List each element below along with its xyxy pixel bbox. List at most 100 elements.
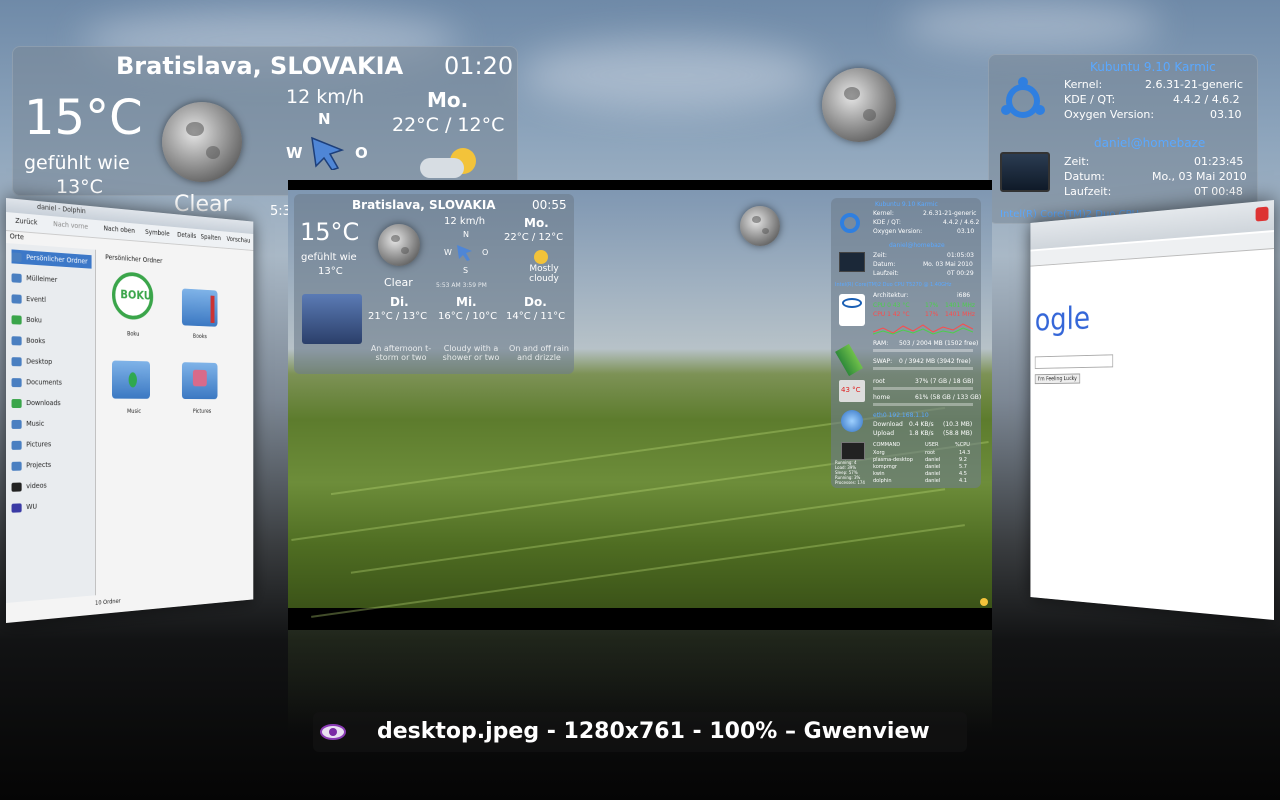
mini-condition: Clear	[384, 276, 413, 289]
kde-label: KDE / QT:	[1064, 93, 1116, 106]
gwenview-preview[interactable]: Bratislava, SLOVAKIA 00:55 15°C gefühlt …	[288, 180, 992, 630]
breadcrumb[interactable]: Persönlicher Ordner	[105, 253, 162, 265]
file-pictures[interactable]: Pictures	[193, 408, 211, 414]
sidebar-item-documents[interactable]: Documents	[11, 375, 62, 389]
file-music[interactable]: Music	[127, 408, 141, 415]
dolphin-window[interactable]: daniel - Dolphin Zurück Nach vorne Nach …	[6, 198, 254, 623]
cloud-icon	[420, 158, 464, 178]
mini-ram-label: RAM:	[873, 340, 889, 347]
file-boku[interactable]: Boku	[127, 331, 139, 338]
mini-wind-s: S	[463, 266, 469, 275]
proc-row-user: root	[925, 450, 936, 456]
wind-dir-n: N	[318, 110, 331, 128]
back-button[interactable]: Zurück	[15, 217, 37, 227]
sidebar-item-desktop[interactable]: Desktop	[11, 354, 53, 369]
mini-fc-desc-2: An afternoon t-storm or two	[370, 344, 432, 362]
proc-row-cpu: 14.3	[959, 450, 971, 456]
proc-stat: Processes: 174	[835, 480, 865, 485]
mini-fc-day-4: Do.	[524, 295, 547, 309]
mini-wind-speed: 12 km/h	[444, 216, 486, 227]
proc-col-cpu: %CPU	[955, 442, 970, 448]
proc-row-cpu: 4.1	[959, 478, 967, 484]
proc-row-command: kwin	[873, 471, 885, 477]
oxygen-label: Oxygen Version:	[1064, 108, 1155, 121]
window-caption-bar: desktop.jpeg - 1280x761 - 100% – Gwenvie…	[313, 712, 967, 752]
proc-row-user: daniel	[925, 464, 941, 470]
weather-feels-value: 13°C	[56, 176, 103, 198]
preview-button[interactable]: Vorschau	[227, 235, 251, 244]
mini-wind-w: W	[444, 248, 452, 257]
mini-home-label: home	[873, 394, 891, 401]
places-sidebar: Persönlicher Ordner Mülleimer Eventl Bok…	[6, 243, 96, 603]
mini-zeit-label: Zeit:	[873, 252, 887, 259]
monitor-icon	[841, 442, 865, 460]
sysinfo-widget[interactable]: Kubuntu 9.10 Karmic Kernel: 2.6.31-21-ge…	[988, 54, 1258, 224]
swap-bar	[873, 367, 973, 370]
weather-widget[interactable]: Bratislava, SLOVAKIA 01:20 15°C gefühlt …	[12, 46, 518, 219]
file-books[interactable]: Books	[193, 333, 207, 340]
lucky-button[interactable]: I'm Feeling Lucky	[1034, 373, 1080, 385]
proc-row-cpu: 9.2	[959, 457, 967, 463]
sidebar-item-home[interactable]: Persönlicher Ordner	[11, 249, 92, 269]
mini-cpu-head: Intel(R) Core(TM)2 Duo CPU T5270 @ 1.40G…	[835, 282, 952, 288]
mini-arch-label: Architektur:	[873, 292, 909, 299]
columns-button[interactable]: Spalten	[201, 233, 221, 242]
weather-condition: Clear	[174, 192, 232, 217]
mini-download-rate: 0.4 KB/s	[909, 421, 934, 428]
folder-music-icon[interactable]	[111, 360, 150, 399]
sidebar-item-pictures[interactable]: Pictures	[11, 437, 52, 451]
sidebar-item-videos[interactable]: videos	[11, 479, 47, 494]
mini-fc-temp-1: 22°C / 12°C	[504, 232, 564, 243]
mini-oxygen-value: 03.10	[957, 228, 975, 235]
moon-icon	[162, 102, 242, 182]
google-search-input[interactable]	[1034, 354, 1114, 369]
sky-cloud	[520, 40, 820, 110]
sidebar-item-eventl[interactable]: Eventl	[11, 291, 47, 307]
mini-kernel-value: 2.6.31-21-generic	[923, 210, 977, 217]
mini-laufzeit-label: Laufzeit:	[873, 270, 899, 277]
wind-dir-o: O	[355, 144, 368, 162]
sidebar-item-boku[interactable]: Boku	[11, 312, 42, 327]
mini-weather-widget[interactable]: Bratislava, SLOVAKIA 00:55 15°C gefühlt …	[294, 194, 574, 374]
mini-laufzeit-value: 0T 00:29	[947, 270, 974, 277]
sidebar-item-music[interactable]: Music	[11, 417, 45, 431]
mini-kernel-label: Kernel:	[873, 210, 894, 217]
mini-swap-value: 0 / 3942 MB (3942 free)	[899, 358, 971, 365]
mini-fc-desc-1: Mostly cloudy	[529, 264, 559, 284]
sidebar-item-downloads[interactable]: Downloads	[11, 396, 61, 410]
kde-value: 4.4.2 / 4.6.2	[1173, 93, 1240, 106]
mini-sysmon-widget[interactable]: Kubuntu 9.10 Karmic Kernel: 2.6.31-21-ge…	[831, 198, 981, 488]
sidebar-item-projects[interactable]: Projects	[11, 458, 52, 473]
sidebar-item-wu[interactable]: WU	[11, 500, 38, 515]
mini-cpu0-freq: 1401 MHz	[945, 302, 976, 309]
details-button[interactable]: Details	[177, 231, 196, 240]
network-globe-icon	[841, 410, 863, 432]
boku-logo-icon[interactable]: BOKU	[111, 270, 154, 321]
proc-row-user: daniel	[925, 457, 941, 463]
mini-upload-rate: 1.8 KB/s	[909, 430, 934, 437]
mini-kde-label: KDE / QT:	[873, 219, 901, 226]
mini-ram-value: 503 / 2004 MB (1502 free)	[899, 340, 979, 347]
satellite-map[interactable]	[302, 294, 362, 344]
wind-speed: 12 km/h	[286, 86, 365, 108]
zeit-value: 01:23:45	[1194, 155, 1244, 168]
symbols-button[interactable]: Symbole	[145, 228, 169, 238]
google-logo: ogle	[1034, 299, 1091, 339]
up-button[interactable]: Nach oben	[104, 225, 135, 235]
forward-button[interactable]: Nach vorne	[53, 220, 88, 231]
distro-title: Kubuntu 9.10 Karmic	[1090, 60, 1216, 74]
sidebar-item-books[interactable]: Books	[11, 333, 46, 348]
browser-window[interactable]: ogle I'm Feeling Lucky	[1030, 200, 1274, 620]
ram-module-icon	[835, 343, 863, 377]
datum-value: Mo., 03 Mai 2010	[1152, 170, 1247, 183]
places-label: Orte	[9, 232, 24, 242]
tray-icon[interactable]	[980, 598, 988, 606]
folder-pictures-icon[interactable]	[181, 362, 218, 400]
stop-icon[interactable]	[1255, 206, 1269, 222]
mini-swap-label: SWAP:	[873, 358, 893, 365]
sidebar-item-trash[interactable]: Mülleimer	[11, 270, 58, 287]
kernel-value: 2.6.31-21-generic	[1145, 78, 1244, 91]
mini-cpu0-load: 17%	[925, 302, 939, 309]
folder-books-icon[interactable]	[181, 288, 218, 327]
weather-feels-label: gefühlt wie	[24, 152, 130, 174]
